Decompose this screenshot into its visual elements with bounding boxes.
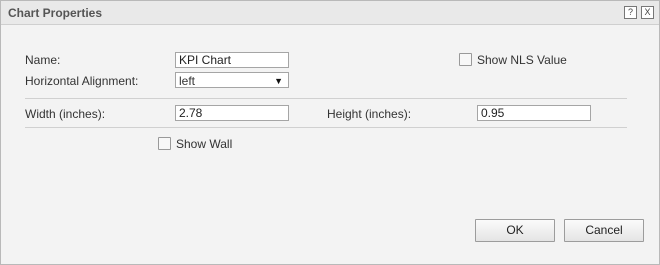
- separator: [25, 98, 627, 99]
- cancel-button[interactable]: Cancel: [564, 219, 644, 242]
- dialog-title: Chart Properties: [8, 6, 103, 20]
- help-icon[interactable]: ?: [624, 6, 637, 19]
- separator: [25, 127, 627, 128]
- halign-value: left: [179, 74, 196, 88]
- close-icon[interactable]: X: [641, 6, 654, 19]
- chart-properties-dialog: Chart Properties ? X Name: Show NLS Valu…: [0, 0, 660, 265]
- height-field[interactable]: [477, 105, 591, 121]
- chevron-down-icon: ▼: [274, 76, 283, 86]
- height-label: Height (inches):: [327, 107, 412, 121]
- width-label: Width (inches):: [25, 107, 106, 121]
- show-wall-checkbox[interactable]: [158, 137, 171, 150]
- name-label: Name:: [25, 53, 61, 67]
- name-field[interactable]: [175, 52, 289, 68]
- title-bar: Chart Properties ? X: [1, 1, 659, 25]
- ok-button[interactable]: OK: [475, 219, 555, 242]
- show-nls-label: Show NLS Value: [477, 53, 567, 67]
- show-wall-label: Show Wall: [176, 137, 233, 151]
- show-nls-checkbox[interactable]: [459, 53, 472, 66]
- halign-label: Horizontal Alignment:: [25, 74, 139, 88]
- width-field[interactable]: [175, 105, 289, 121]
- halign-select[interactable]: left ▼: [175, 72, 289, 88]
